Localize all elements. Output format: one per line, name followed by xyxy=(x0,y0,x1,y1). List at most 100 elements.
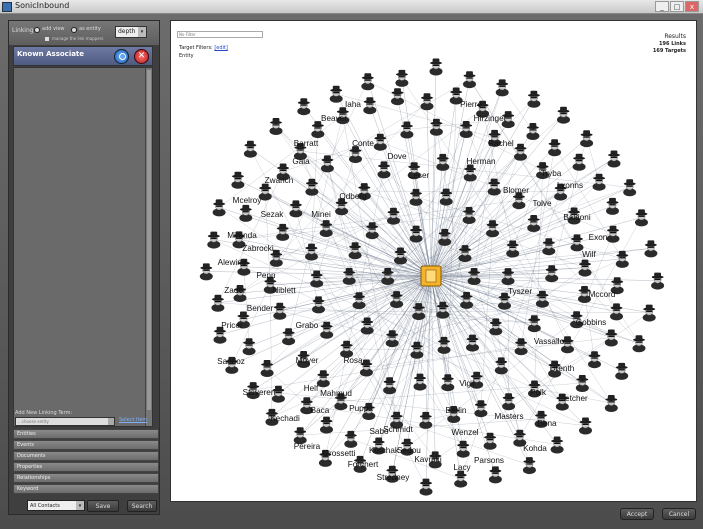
person-node-icon[interactable] xyxy=(344,430,358,448)
person-node-icon[interactable] xyxy=(413,373,427,391)
person-node-icon[interactable] xyxy=(211,294,225,312)
associate-list[interactable] xyxy=(13,67,153,427)
person-node-icon[interactable] xyxy=(487,178,501,196)
person-node-icon[interactable] xyxy=(320,416,333,434)
person-node-icon[interactable] xyxy=(604,395,618,412)
person-node-icon[interactable] xyxy=(580,130,594,148)
person-node-icon[interactable] xyxy=(320,321,334,339)
search-button[interactable]: Search xyxy=(127,500,157,512)
accept-button[interactable]: Accept xyxy=(620,508,654,520)
person-node-icon[interactable] xyxy=(494,357,508,375)
person-node-icon[interactable] xyxy=(391,88,404,106)
person-node-icon[interactable] xyxy=(429,58,443,76)
person-node-icon[interactable] xyxy=(635,209,648,227)
person-node-icon[interactable] xyxy=(488,466,502,484)
person-node-icon[interactable] xyxy=(419,478,433,496)
person-node-icon[interactable] xyxy=(310,270,324,288)
person-node-icon[interactable] xyxy=(522,457,536,475)
close-icon[interactable]: ✕ xyxy=(134,49,149,64)
person-node-icon[interactable] xyxy=(349,146,362,164)
save-button[interactable]: Save xyxy=(87,500,119,512)
person-node-icon[interactable] xyxy=(289,200,303,218)
person-node-icon[interactable] xyxy=(316,370,330,388)
link-term-input[interactable]: ...choose entity xyxy=(15,417,115,426)
person-node-icon[interactable] xyxy=(395,69,409,87)
person-node-icon[interactable] xyxy=(454,470,468,488)
person-node-icon[interactable] xyxy=(463,71,476,89)
person-node-icon[interactable] xyxy=(409,188,423,206)
filter-input[interactable]: No Filter xyxy=(177,31,263,38)
category-relationships[interactable]: Relationships xyxy=(13,473,159,483)
person-node-icon[interactable] xyxy=(305,178,319,196)
person-node-icon[interactable] xyxy=(458,245,472,263)
person-node-icon[interactable] xyxy=(231,171,245,189)
link-graph[interactable]: Iaha Pierre Beaver Hirzinger Barratt Conte Dov… xyxy=(171,21,698,503)
person-node-icon[interactable] xyxy=(610,303,623,321)
person-node-icon[interactable] xyxy=(642,304,656,322)
category-keyword[interactable]: Keyword xyxy=(13,484,159,494)
person-node-icon[interactable] xyxy=(542,238,556,256)
person-node-icon[interactable] xyxy=(269,118,283,135)
person-node-icon[interactable] xyxy=(436,301,450,319)
person-node-icon[interactable] xyxy=(615,362,629,380)
person-node-icon[interactable] xyxy=(273,302,287,320)
person-node-icon[interactable] xyxy=(409,225,423,243)
search-icon[interactable] xyxy=(114,49,129,64)
person-node-icon[interactable] xyxy=(592,173,606,191)
person-node-icon[interactable] xyxy=(297,98,311,116)
person-node-icon[interactable] xyxy=(526,123,540,140)
person-node-icon[interactable] xyxy=(606,197,619,215)
radio-add-view[interactable] xyxy=(34,27,40,33)
person-node-icon[interactable] xyxy=(383,377,397,395)
person-node-icon[interactable] xyxy=(548,139,562,157)
person-node-icon[interactable] xyxy=(437,336,451,354)
maximize-button[interactable]: □ xyxy=(670,1,684,12)
person-node-icon[interactable] xyxy=(207,231,221,249)
cancel-button[interactable]: Cancel xyxy=(662,508,696,520)
person-node-icon[interactable] xyxy=(305,243,318,261)
person-node-icon[interactable] xyxy=(495,79,509,97)
graph-canvas[interactable]: Iaha Pierre Beaver Hirzinger Barratt Conte Dov… xyxy=(170,20,697,502)
person-node-icon[interactable] xyxy=(363,97,377,115)
person-node-icon[interactable] xyxy=(385,330,399,348)
person-node-icon[interactable] xyxy=(243,140,257,158)
person-node-icon[interactable] xyxy=(348,242,362,260)
scrollbar-thumb[interactable] xyxy=(147,70,151,410)
person-node-icon[interactable] xyxy=(282,328,296,346)
person-node-icon[interactable] xyxy=(463,164,477,182)
person-node-icon[interactable] xyxy=(578,259,592,277)
person-node-icon[interactable] xyxy=(623,179,637,197)
person-node-icon[interactable] xyxy=(459,121,473,138)
person-node-icon[interactable] xyxy=(550,436,564,454)
person-node-icon[interactable] xyxy=(311,121,325,139)
person-node-icon[interactable] xyxy=(632,335,646,353)
person-node-icon[interactable] xyxy=(501,268,515,286)
person-node-icon[interactable] xyxy=(527,315,541,333)
person-node-icon[interactable] xyxy=(373,133,387,151)
person-node-icon[interactable] xyxy=(527,90,541,108)
person-node-icon[interactable] xyxy=(436,153,450,171)
person-node-icon[interactable] xyxy=(572,153,586,171)
minimize-button[interactable]: _ xyxy=(655,1,669,12)
person-node-icon[interactable] xyxy=(419,411,433,429)
person-node-icon[interactable] xyxy=(486,220,499,238)
category-events[interactable]: Events xyxy=(13,440,159,450)
person-node-icon[interactable] xyxy=(361,73,375,91)
person-node-icon[interactable] xyxy=(400,121,414,139)
person-node-icon[interactable] xyxy=(239,204,253,222)
person-node-icon[interactable] xyxy=(607,150,621,168)
category-documents[interactable]: Documents xyxy=(13,451,159,461)
person-node-icon[interactable] xyxy=(545,265,559,283)
person-node-icon[interactable] xyxy=(651,272,665,290)
person-node-icon[interactable] xyxy=(606,225,620,243)
contacts-select[interactable]: All Contacts ▾ xyxy=(27,500,85,511)
person-node-icon[interactable] xyxy=(319,220,333,238)
person-node-icon[interactable] xyxy=(329,85,343,103)
select-item-link[interactable]: Select Item xyxy=(119,417,147,423)
edit-filters-link[interactable]: [edit] xyxy=(214,45,228,51)
person-node-icon[interactable] xyxy=(527,215,541,232)
person-node-icon[interactable] xyxy=(441,374,455,392)
person-node-icon[interactable] xyxy=(312,296,325,314)
person-node-icon[interactable] xyxy=(575,375,589,392)
category-entities[interactable]: Entities xyxy=(13,429,159,439)
